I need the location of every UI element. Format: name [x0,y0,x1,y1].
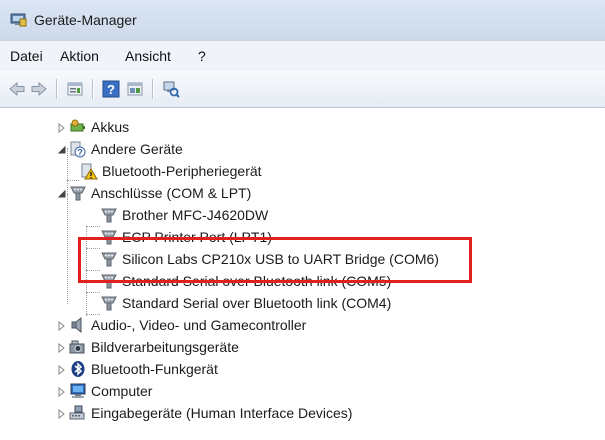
port-icon [101,296,117,311]
device-manager-window: Geräte-Manager Datei Aktion Ansicht ? ? [0,0,605,440]
expand-arrow-icon[interactable] [57,365,67,375]
tree-node-brother[interactable]: Brother MFC-J4620DW [100,204,268,226]
expand-arrow-icon[interactable] [57,387,67,397]
properties-icon[interactable] [66,80,84,98]
tree-node-label: Computer [91,383,153,399]
tree-node-label: Akkus [91,119,130,135]
back-arrow-icon[interactable] [8,80,26,98]
computer-icon [70,383,86,398]
battery-icon [70,119,85,132]
help-icon[interactable]: ? [102,80,120,98]
warning-device-icon [81,163,98,180]
tree-node-label: Bluetooth-Funkgerät [91,361,218,377]
forward-arrow-icon[interactable] [30,80,48,98]
camera-icon [69,340,85,354]
tree-node-label: Anschlüsse (COM & LPT) [91,185,252,201]
expand-arrow-icon[interactable] [57,343,67,353]
speaker-icon [71,316,82,334]
device-manager-icon [10,13,27,27]
tree-node-label: Bildverarbeitungsgeräte [91,339,239,355]
tree-connector [67,148,68,194]
tree-node-bluetooth-peripheriegeraet[interactable]: Bluetooth-Peripheriegerät [80,160,262,182]
toolbar-separator [152,79,154,99]
menu-ansicht[interactable]: Ansicht [125,48,171,64]
tree-node-bluetooth-funkgeraet[interactable]: Bluetooth-Funkgerät [69,358,218,380]
hid-icon [69,405,85,420]
tree-connector [86,226,100,227]
tree-node-audio-video[interactable]: Audio-, Video- und Gamecontroller [69,314,306,336]
tree-node-anschluesse[interactable]: Anschlüsse (COM & LPT) [69,182,251,204]
tree-node-label: Eingabegeräte (Human Interface Devices) [91,405,353,421]
toolbar: ? [0,71,605,108]
collapse-arrow-icon[interactable] [57,189,67,199]
svg-text:?: ? [107,82,115,97]
tree-node-label: Audio-, Video- und Gamecontroller [91,317,307,333]
scan-hardware-icon[interactable] [162,80,180,98]
svg-text:?: ? [77,148,83,158]
menu-bar: Datei Aktion Ansicht ? [0,40,605,72]
tree-connector [67,194,68,304]
toolbar-separator [56,79,58,99]
tree-connector [86,292,100,293]
expand-arrow-icon[interactable] [57,123,67,133]
title-bar[interactable]: Geräte-Manager [0,0,605,40]
expand-arrow-icon[interactable] [57,321,67,331]
toolbar-separator [92,79,94,99]
bluetooth-icon [71,361,85,377]
unknown-device-icon: ? [70,141,86,158]
tree-node-label: Standard Serial over Bluetooth link (COM… [122,295,392,311]
highlight-box [78,237,472,283]
window-title: Geräte-Manager [34,12,137,28]
tree-node-bildverarbeitung[interactable]: Bildverarbeitungsgeräte [69,336,239,358]
tree-node-akkus[interactable]: Akkus [69,116,129,138]
tree-node-andere-geraete[interactable]: ? Andere Geräte [69,138,183,160]
port-icon [101,208,117,223]
view-icon[interactable] [126,80,144,98]
expand-arrow-icon[interactable] [57,409,67,419]
tree-connector [67,180,79,181]
tree-node-label: Bluetooth-Peripheriegerät [102,163,262,179]
tree-node-label: Andere Geräte [91,141,183,157]
tree-node-label: Brother MFC-J4620DW [122,207,269,223]
collapse-arrow-icon[interactable] [57,145,67,155]
port-icon [70,186,86,201]
menu-help[interactable]: ? [198,48,206,64]
menu-aktion[interactable]: Aktion [60,48,99,64]
tree-node-bluetooth-serial-com4[interactable]: Standard Serial over Bluetooth link (COM… [100,292,391,314]
tree-node-computer[interactable]: Computer [69,380,152,402]
menu-datei[interactable]: Datei [10,48,43,64]
tree-node-eingabegeraete[interactable]: Eingabegeräte (Human Interface Devices) [69,402,352,424]
